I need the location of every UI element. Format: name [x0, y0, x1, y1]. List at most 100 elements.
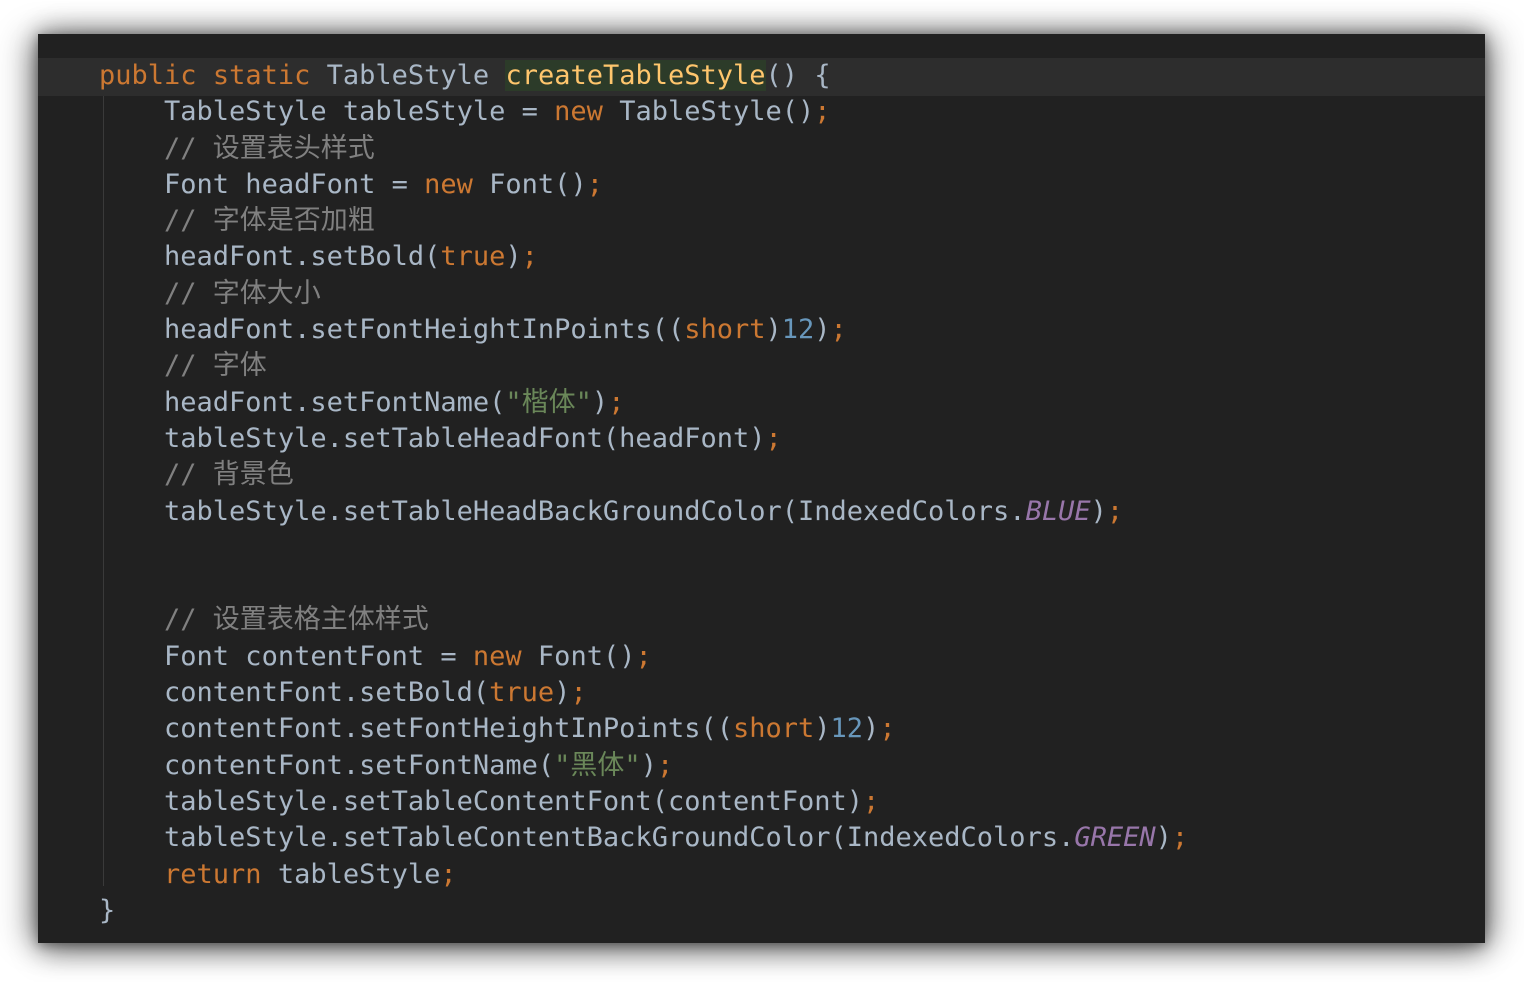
code-token-ident: TableStyle [327, 60, 490, 91]
code-token-punct: () { [766, 60, 831, 91]
code-line[interactable]: // 字体是否加粗 [38, 203, 1485, 239]
code-token-kw: static [213, 60, 311, 91]
code-line[interactable]: tableStyle.setTableHeadFont(headFont); [38, 421, 1485, 457]
code-indent [99, 713, 164, 744]
code-line[interactable]: return tableStyle; [38, 857, 1485, 893]
code-token-semi: ; [608, 387, 624, 418]
code-line[interactable]: headFont.setFontHeightInPoints((short)12… [38, 312, 1485, 348]
code-token-punct [197, 60, 213, 91]
page-root: public static TableStyle createTableStyl… [0, 0, 1524, 982]
code-editor-panel[interactable]: public static TableStyle createTableStyl… [38, 34, 1485, 943]
code-line[interactable]: // 字体 [38, 348, 1485, 384]
code-token-ident: TableStyle tableStyle = [164, 96, 554, 127]
code-token-semi: ; [765, 423, 781, 454]
code-token-ident: ) [814, 713, 830, 744]
code-indent [99, 604, 164, 635]
code-line[interactable]: contentFont.setFontName("黑体"); [38, 748, 1485, 784]
code-line[interactable]: // 设置表头样式 [38, 131, 1485, 167]
code-token-comment: // 字体大小 [164, 278, 321, 309]
code-token-ident: tableStyle.setTableHeadFont(headFont) [164, 423, 765, 454]
code-token-comment: // 设置表头样式 [164, 133, 375, 164]
code-line[interactable] [38, 566, 1485, 602]
code-indent [99, 859, 164, 890]
code-token-num: 12 [831, 713, 864, 744]
code-line[interactable]: TableStyle tableStyle = new TableStyle()… [38, 94, 1485, 130]
code-token-semi: ; [635, 641, 651, 672]
code-indent [99, 459, 164, 490]
code-token-semi: ; [879, 713, 895, 744]
code-content-area[interactable]: public static TableStyle createTableStyl… [38, 58, 1485, 943]
code-token-ident: tableStyle.setTableContentFont(contentFo… [164, 786, 863, 817]
code-indent [99, 278, 164, 309]
code-token-kw: short [684, 314, 765, 345]
code-token-comment: // 字体 [164, 350, 267, 381]
code-token-kw: public [99, 60, 197, 91]
code-line[interactable]: tableStyle.setTableHeadBackGroundColor(I… [38, 494, 1485, 530]
code-token-semi: ; [587, 169, 603, 200]
code-token-ident: headFont.setFontHeightInPoints(( [164, 314, 684, 345]
code-line[interactable]: headFont.setFontName("楷体"); [38, 385, 1485, 421]
code-line[interactable]: headFont.setBold(true); [38, 239, 1485, 275]
code-token-ident: ) [592, 387, 608, 418]
code-token-kw: true [440, 241, 505, 272]
code-indent [99, 423, 164, 454]
code-indent [99, 677, 164, 708]
code-token-punct [489, 60, 505, 91]
code-token-num: 12 [782, 314, 815, 345]
code-token-ident: tableStyle.setTableContentBackGroundColo… [164, 822, 1074, 853]
code-token-ident: ) [1091, 496, 1107, 527]
code-line[interactable] [38, 530, 1485, 566]
editor-top-strip [38, 34, 1485, 58]
code-line[interactable]: // 背景色 [38, 457, 1485, 493]
code-line[interactable]: tableStyle.setTableContentFont(contentFo… [38, 784, 1485, 820]
code-token-ident: ) [814, 314, 830, 345]
code-indent [99, 786, 164, 817]
code-token-semi: ; [657, 750, 673, 781]
code-line[interactable]: Font headFont = new Font(); [38, 167, 1485, 203]
code-line[interactable]: Font contentFont = new Font(); [38, 639, 1485, 675]
code-token-semi: ; [814, 96, 830, 127]
code-token-ident: ) [641, 750, 657, 781]
code-indent [99, 387, 164, 418]
code-token-punct: } [99, 895, 115, 926]
code-token-ident: ) [505, 241, 521, 272]
code-line[interactable]: public static TableStyle createTableStyl… [38, 58, 1485, 94]
code-indent [99, 133, 164, 164]
code-token-const: GREEN [1074, 822, 1155, 853]
code-indent [99, 205, 164, 236]
code-token-punct [310, 60, 326, 91]
code-token-ident: Font() [522, 641, 636, 672]
code-line[interactable]: // 设置表格主体样式 [38, 602, 1485, 638]
code-indent [99, 314, 164, 345]
code-line[interactable]: } [38, 893, 1485, 929]
code-token-ident: ) [554, 677, 570, 708]
code-token-ident: contentFont.setFontHeightInPoints(( [164, 713, 733, 744]
code-token-kw: new [554, 96, 603, 127]
code-indent [99, 750, 164, 781]
code-indent [99, 496, 164, 527]
code-token-comment: // 字体是否加粗 [164, 205, 375, 236]
code-token-semi: ; [1107, 496, 1123, 527]
code-token-ident: headFont.setFontName( [164, 387, 505, 418]
code-indent [99, 96, 164, 127]
code-token-ident: ) [1156, 822, 1172, 853]
code-token-ident: tableStyle.setTableHeadBackGroundColor(I… [164, 496, 1026, 527]
code-line[interactable]: // 字体大小 [38, 276, 1485, 312]
code-token-ident: contentFont.setBold( [164, 677, 489, 708]
code-token-str: "楷体" [505, 387, 592, 418]
code-token-ident: ) [765, 314, 781, 345]
code-line[interactable]: tableStyle.setTableContentBackGroundColo… [38, 820, 1485, 856]
code-token-semi: ; [522, 241, 538, 272]
code-token-ident: TableStyle() [603, 96, 814, 127]
code-token-str: "黑体" [554, 750, 641, 781]
code-token-ident: tableStyle [262, 859, 441, 890]
code-token-ident: headFont.setBold( [164, 241, 440, 272]
code-token-kw: new [473, 641, 522, 672]
code-indent [99, 169, 164, 200]
code-token-ident: ) [863, 713, 879, 744]
code-indent [99, 350, 164, 381]
code-line[interactable]: contentFont.setFontHeightInPoints((short… [38, 711, 1485, 747]
code-token-const: BLUE [1026, 496, 1091, 527]
code-token-kw: true [489, 677, 554, 708]
code-line[interactable]: contentFont.setBold(true); [38, 675, 1485, 711]
